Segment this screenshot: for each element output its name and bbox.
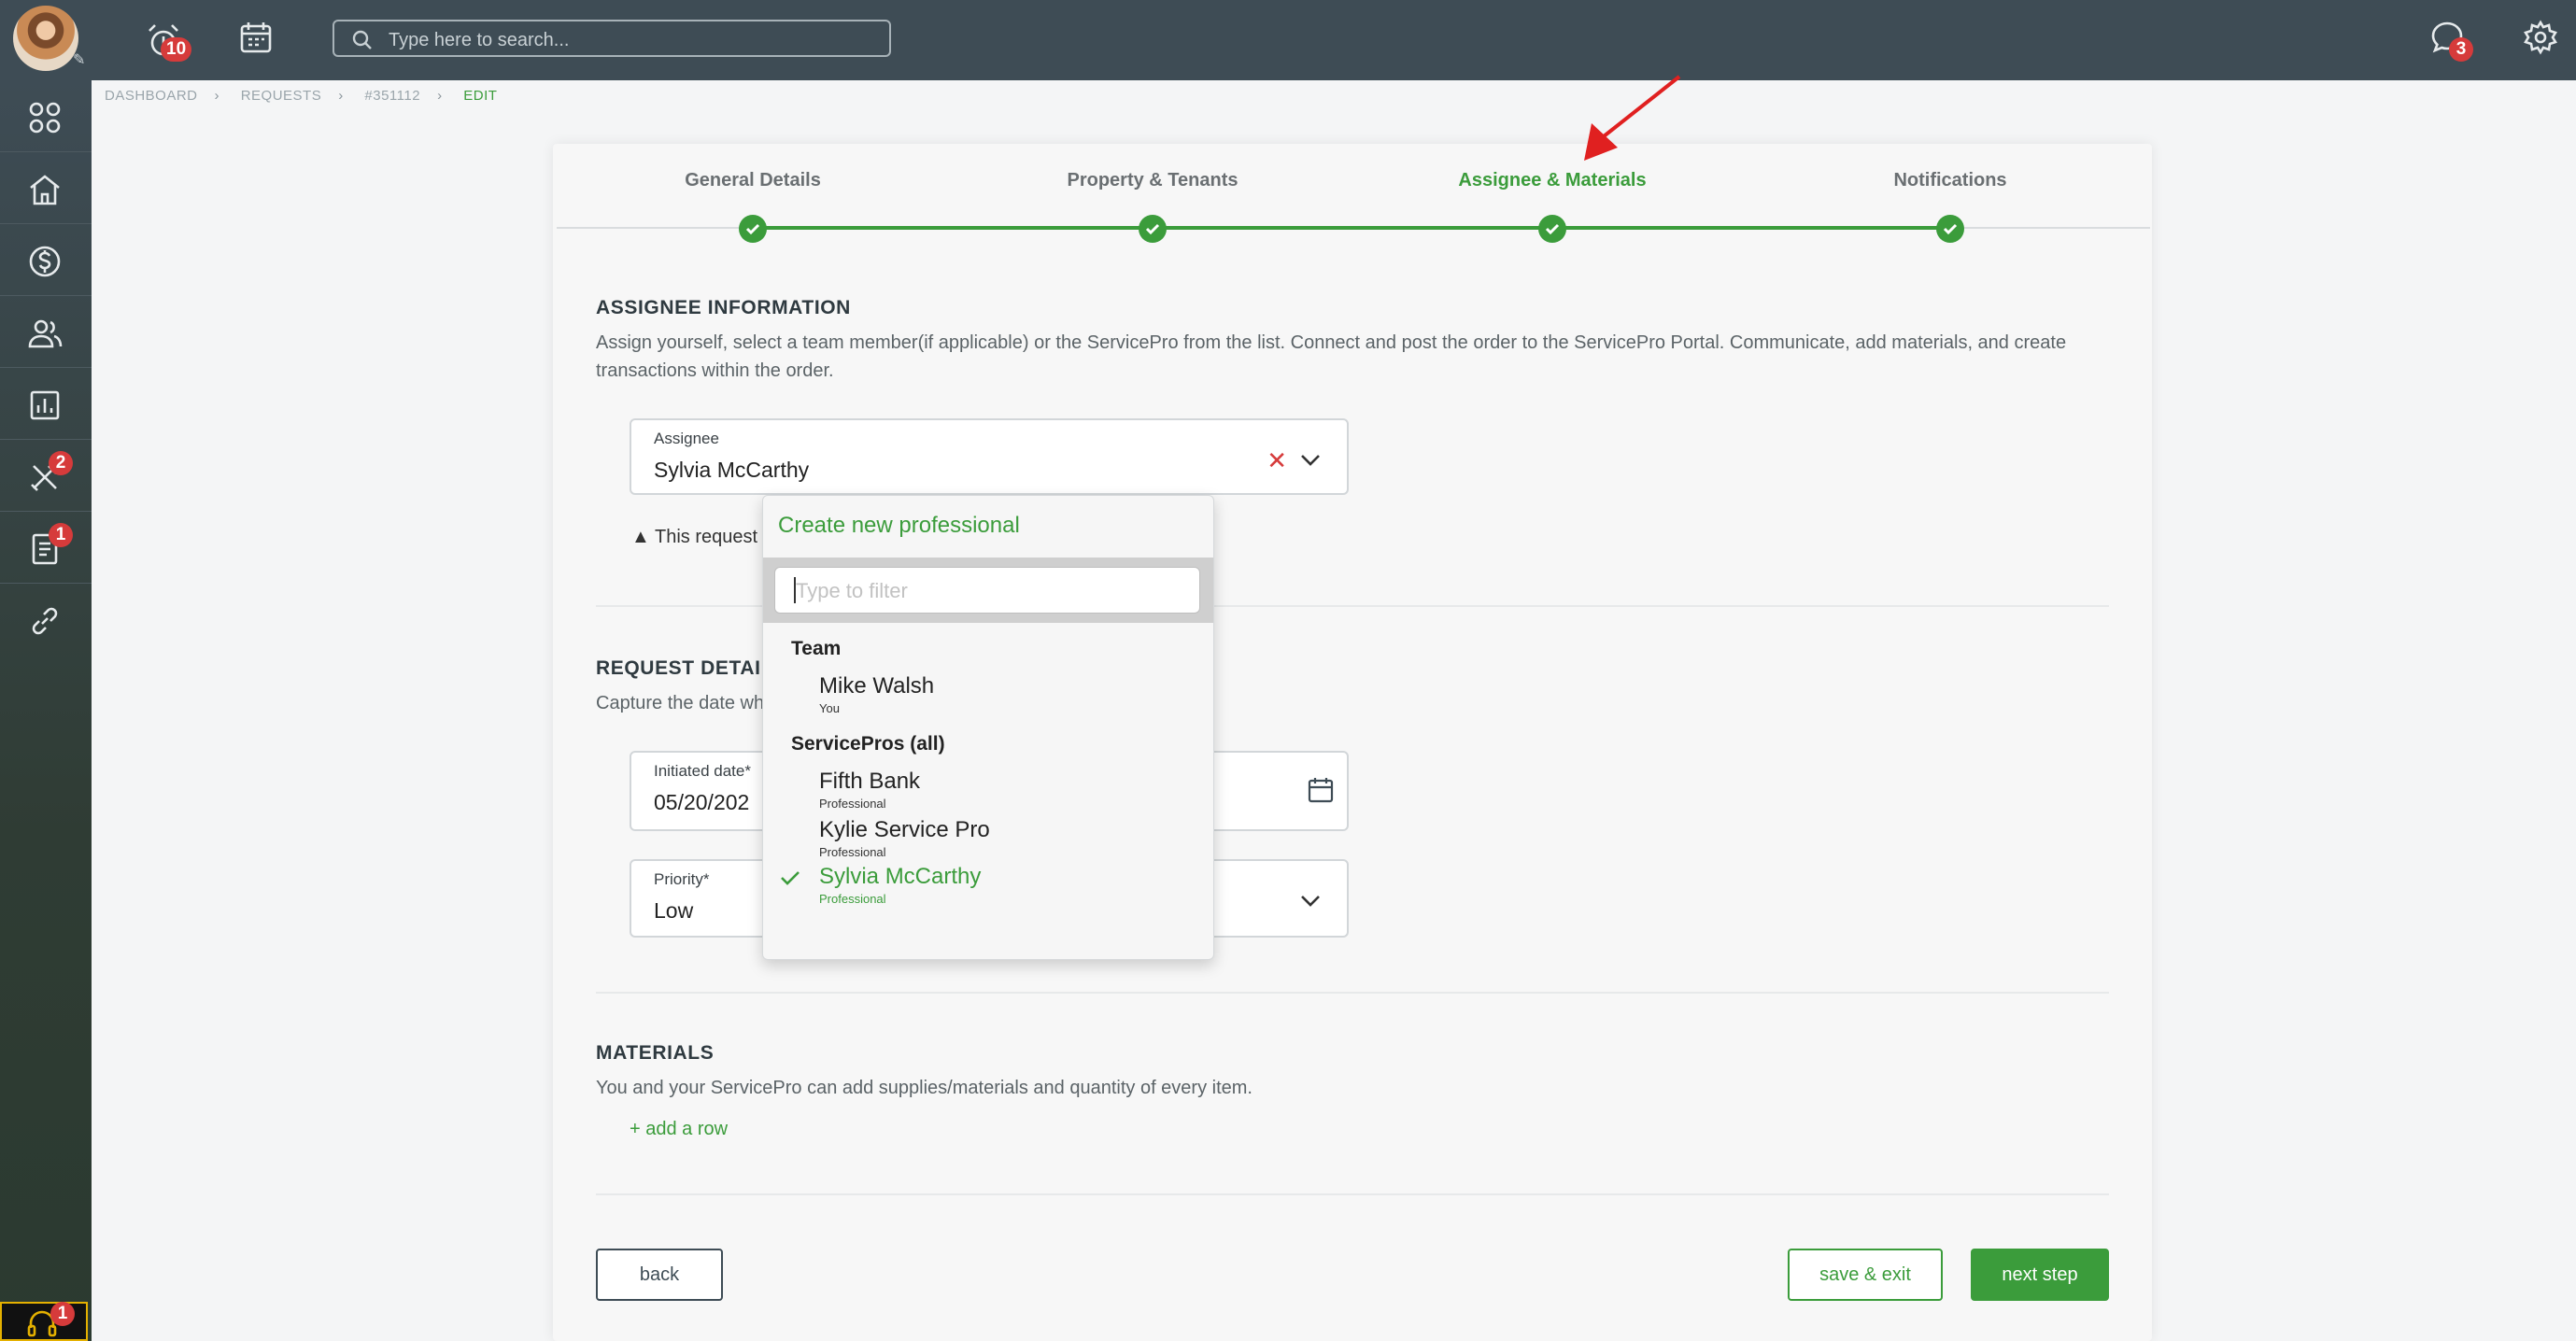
create-professional-link[interactable]: Create new professional bbox=[778, 513, 1020, 539]
dollar-icon bbox=[29, 246, 61, 277]
search-placeholder: Type here to search... bbox=[389, 30, 570, 50]
option-fifth-bank[interactable]: Fifth Bank Professional bbox=[819, 769, 920, 811]
assignee-warning: ▲ This request bbox=[631, 527, 757, 548]
assignee-dropdown: Create new professional Type to filter T… bbox=[762, 495, 1214, 960]
support-badge: 1 bbox=[50, 1302, 75, 1326]
save-exit-button[interactable]: save & exit bbox=[1788, 1249, 1943, 1301]
user-avatar[interactable] bbox=[13, 6, 78, 71]
link-icon bbox=[32, 607, 58, 635]
sidebar-item-maintenance[interactable]: 2 bbox=[0, 440, 92, 512]
breadcrumb-requests[interactable]: REQUESTS bbox=[241, 88, 322, 104]
option-sub: Professional bbox=[819, 845, 886, 859]
step-check-icon bbox=[1139, 215, 1167, 243]
option-sylvia-mccarthy[interactable]: Sylvia McCarthy Professional bbox=[819, 864, 981, 906]
chart-icon bbox=[30, 390, 60, 420]
stepper-progress bbox=[753, 226, 1950, 230]
filter-bar: Type to filter bbox=[763, 558, 1213, 623]
option-name: Fifth Bank bbox=[819, 769, 921, 794]
materials-section-title: MATERIALS bbox=[596, 1042, 715, 1064]
add-row-link[interactable]: + add a row bbox=[630, 1119, 728, 1140]
filter-placeholder: Type to filter bbox=[796, 579, 908, 602]
step-check-icon bbox=[1936, 215, 1964, 243]
clear-icon[interactable]: ✕ bbox=[1267, 446, 1287, 475]
sidebar-item-properties[interactable] bbox=[0, 152, 92, 224]
notifications-badge: 10 bbox=[161, 37, 192, 62]
initiated-date-label: Initiated date* bbox=[654, 762, 751, 780]
breadcrumb-request-id[interactable]: #351112 bbox=[364, 88, 420, 104]
option-mike-walsh[interactable]: Mike Walsh You bbox=[819, 673, 934, 715]
sidebar-item-dashboard[interactable] bbox=[0, 80, 92, 152]
section-divider bbox=[596, 992, 2109, 994]
materials-section-desc: You and your ServicePro can add supplies… bbox=[596, 1078, 1253, 1098]
chevron-down-icon[interactable] bbox=[1300, 454, 1321, 467]
calendar-icon[interactable] bbox=[1306, 775, 1336, 805]
back-button[interactable]: back bbox=[596, 1249, 723, 1301]
calendar-icon[interactable] bbox=[237, 19, 280, 62]
next-step-button[interactable]: next step bbox=[1971, 1249, 2109, 1301]
option-sub: Professional bbox=[819, 797, 886, 811]
assignee-section-desc-1: Assign yourself, select a team member(if… bbox=[596, 332, 2067, 353]
search-input[interactable]: Type here to search... bbox=[333, 20, 891, 57]
team-group-label: Team bbox=[791, 638, 842, 659]
option-name: Kylie Service Pro bbox=[819, 817, 990, 842]
step-general-details[interactable]: General Details bbox=[685, 170, 821, 191]
step-check-icon bbox=[739, 215, 767, 243]
chevron-down-icon[interactable] bbox=[1300, 895, 1321, 908]
request-section-desc: Capture the date wh bbox=[596, 693, 765, 713]
check-icon bbox=[781, 871, 800, 885]
sidebar-item-links[interactable] bbox=[0, 584, 92, 655]
step-property-tenants[interactable]: Property & Tenants bbox=[1068, 170, 1238, 191]
assignee-section-desc-2: transactions within the order. bbox=[596, 360, 834, 381]
sidebar: 2 1 bbox=[0, 80, 92, 1341]
sidebar-item-documents[interactable]: 1 bbox=[0, 512, 92, 584]
warning-icon: ▲ bbox=[631, 527, 650, 547]
gear-icon[interactable] bbox=[2522, 19, 2565, 62]
filter-input[interactable]: Type to filter bbox=[774, 567, 1200, 614]
people-icon bbox=[28, 319, 63, 348]
breadcrumb-separator-icon: › bbox=[437, 88, 443, 104]
warning-text: This request bbox=[655, 527, 758, 547]
section-divider bbox=[596, 1193, 2109, 1195]
servicepros-group-label: ServicePros (all) bbox=[791, 733, 945, 755]
sidebar-item-accounting[interactable] bbox=[0, 224, 92, 296]
annotation-arrow-icon bbox=[1584, 75, 1681, 161]
dashboard-grid-icon bbox=[29, 102, 61, 134]
step-notifications[interactable]: Notifications bbox=[1893, 170, 2006, 191]
top-bar: ✎ 10 Type here to search... 3 bbox=[0, 0, 2576, 80]
step-assignee-materials[interactable]: Assignee & Materials bbox=[1458, 170, 1646, 191]
option-name: Sylvia McCarthy bbox=[819, 864, 982, 889]
breadcrumb: DASHBOARD › REQUESTS › #351112 › EDIT bbox=[105, 88, 514, 104]
assignee-value: Sylvia McCarthy bbox=[654, 458, 810, 482]
sidebar-item-people[interactable] bbox=[0, 296, 92, 368]
search-icon bbox=[352, 30, 372, 49]
priority-label: Priority* bbox=[654, 870, 710, 888]
breadcrumb-edit: EDIT bbox=[463, 88, 498, 104]
option-kylie-service-pro[interactable]: Kylie Service Pro Professional bbox=[819, 817, 990, 859]
home-icon bbox=[30, 175, 60, 205]
chat-icon[interactable]: 3 bbox=[2428, 19, 2473, 62]
assignee-label: Assignee bbox=[654, 430, 719, 447]
option-sub: Professional bbox=[819, 892, 886, 906]
request-section-title: REQUEST DETAIL bbox=[596, 657, 774, 679]
breadcrumb-separator-icon: › bbox=[214, 88, 220, 104]
assignee-section-title: ASSIGNEE INFORMATION bbox=[596, 297, 851, 318]
alarm-icon[interactable]: 10 bbox=[142, 19, 192, 62]
pin-icon: ✎ bbox=[73, 52, 86, 68]
option-sub: You bbox=[819, 701, 840, 715]
messages-badge: 3 bbox=[2449, 37, 2473, 62]
assignee-select[interactable]: Assignee Sylvia McCarthy ✕ bbox=[630, 418, 1349, 495]
breadcrumb-dashboard[interactable]: DASHBOARD bbox=[105, 88, 198, 104]
option-name: Mike Walsh bbox=[819, 673, 935, 699]
sidebar-item-reports[interactable] bbox=[0, 368, 92, 440]
support-button[interactable]: 1 bbox=[0, 1302, 88, 1341]
documents-badge: 1 bbox=[49, 523, 73, 547]
initiated-date-value: 05/20/202 bbox=[654, 790, 750, 814]
priority-value: Low bbox=[654, 898, 694, 923]
step-check-icon bbox=[1538, 215, 1566, 243]
tools-badge: 2 bbox=[49, 451, 73, 475]
breadcrumb-separator-icon: › bbox=[338, 88, 344, 104]
